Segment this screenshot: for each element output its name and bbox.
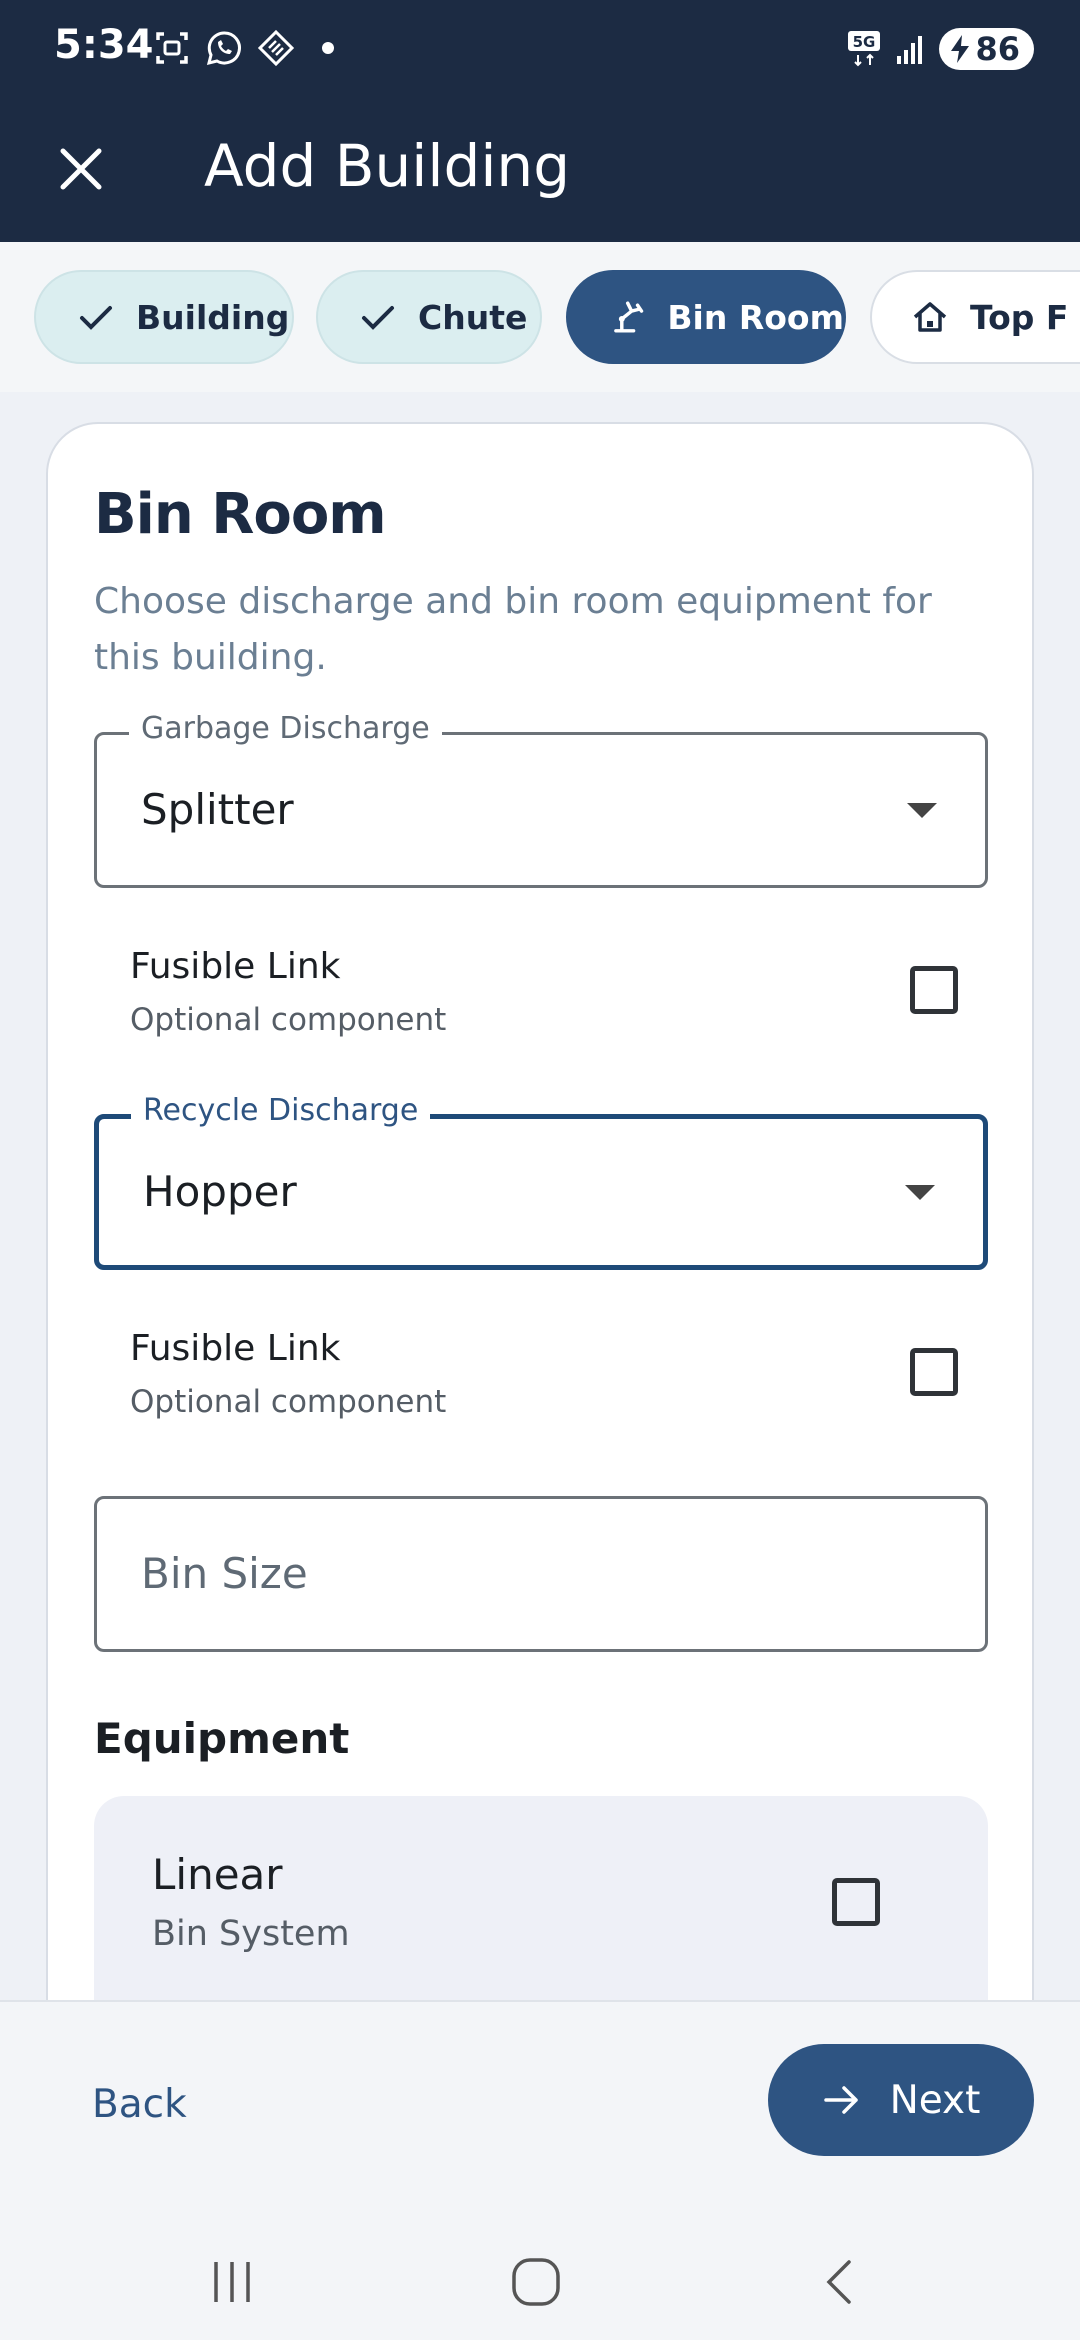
back-chevron-icon — [826, 2260, 851, 2304]
app-icon — [257, 29, 295, 67]
home-button[interactable] — [506, 2252, 566, 2312]
garbage-discharge-select[interactable]: Garbage Discharge Splitter — [94, 711, 988, 888]
tab-bin-room-label: Bin Room — [667, 297, 844, 337]
notification-dot — [322, 42, 334, 54]
tab-bin-room[interactable]: Bin Room — [566, 270, 846, 364]
battery-indicator: 86 — [939, 28, 1034, 70]
status-notification-icons — [152, 28, 334, 68]
system-nav-bar — [0, 2210, 1080, 2340]
bin-size-field[interactable]: Bin Size — [94, 1496, 988, 1652]
equipment-item-linear[interactable]: Linear Bin System — [94, 1796, 988, 2000]
close-button[interactable] — [48, 136, 114, 202]
whatsapp-icon — [206, 31, 241, 66]
garbage-fusible-link-row[interactable]: Fusible Link Optional component — [94, 932, 988, 1062]
close-icon — [60, 148, 102, 190]
back-nav-button[interactable] — [810, 2252, 870, 2312]
recycle-discharge-select[interactable]: Recycle Discharge Hopper — [94, 1093, 988, 1270]
recycle-fusible-link-checkbox[interactable] — [910, 1348, 958, 1396]
tab-chute-label: Chute — [418, 297, 528, 337]
recycle-discharge-value: Hopper — [143, 1167, 297, 1216]
network-label: 5G — [853, 33, 876, 51]
tab-building[interactable]: Building — [34, 270, 294, 364]
arrow-right-icon — [823, 2086, 858, 2114]
dropdown-arrow-icon — [907, 803, 937, 818]
recent-apps-icon — [214, 2262, 250, 2302]
house-icon — [913, 302, 947, 332]
app-bar: Add Building — [0, 100, 1080, 242]
check-icon — [80, 306, 112, 330]
card-description: Choose discharge and bin room equipment … — [94, 581, 932, 678]
tab-building-label: Building — [136, 297, 290, 337]
garbage-discharge-label: Garbage Discharge — [129, 711, 442, 746]
tab-chute[interactable]: Chute — [316, 270, 542, 364]
signal-icon — [897, 36, 923, 64]
screenshot-icon — [156, 32, 188, 64]
home-icon — [512, 2258, 560, 2306]
back-button[interactable]: Back — [92, 2082, 187, 2127]
equipment-heading: Equipment — [94, 1714, 350, 1763]
bin-room-card: Bin Room Choose discharge and bin room e… — [46, 422, 1034, 2000]
garbage-discharge-value: Splitter — [141, 785, 294, 834]
check-icon — [362, 306, 394, 330]
equipment-subtitle: Bin System — [152, 1914, 350, 1954]
recycle-discharge-label: Recycle Discharge — [131, 1093, 431, 1128]
garbage-fusible-link-title: Fusible Link — [130, 946, 341, 987]
status-bar: 5:34 5G 86 — [0, 0, 1080, 100]
next-button[interactable]: Next — [768, 2044, 1034, 2156]
step-tabs: Building Chute Bin Room Top F — [0, 242, 1080, 392]
status-time: 5:34 — [54, 22, 154, 68]
garbage-fusible-link-checkbox[interactable] — [910, 966, 958, 1014]
next-button-label: Next — [889, 2077, 981, 2123]
page-title: Add Building — [204, 132, 571, 200]
bin-size-placeholder: Bin Size — [141, 1549, 308, 1598]
recycle-fusible-link-title: Fusible Link — [130, 1328, 341, 1369]
bottom-action-bar: Back Next — [0, 2000, 1080, 2212]
card-title: Bin Room — [94, 482, 387, 547]
charging-icon — [951, 35, 970, 63]
status-system-icons: 5G 86 — [847, 28, 1034, 70]
recycle-fusible-link-subtitle: Optional component — [130, 1384, 447, 1420]
equipment-linear-checkbox[interactable] — [832, 1878, 880, 1926]
robot-arm-icon — [614, 301, 644, 333]
network-5g-icon: 5G — [848, 31, 881, 67]
form-scroll-area[interactable]: Bin Room Choose discharge and bin room e… — [0, 392, 1080, 2000]
recycle-fusible-link-row[interactable]: Fusible Link Optional component — [94, 1314, 988, 1444]
garbage-fusible-link-subtitle: Optional component — [130, 1002, 447, 1038]
battery-level: 86 — [975, 30, 1020, 68]
tab-top-floor[interactable]: Top F — [870, 270, 1080, 364]
dropdown-arrow-icon — [905, 1185, 935, 1200]
equipment-title: Linear — [152, 1850, 283, 1899]
recent-apps-button[interactable] — [202, 2252, 262, 2312]
tab-top-floor-label: Top F — [970, 297, 1069, 337]
